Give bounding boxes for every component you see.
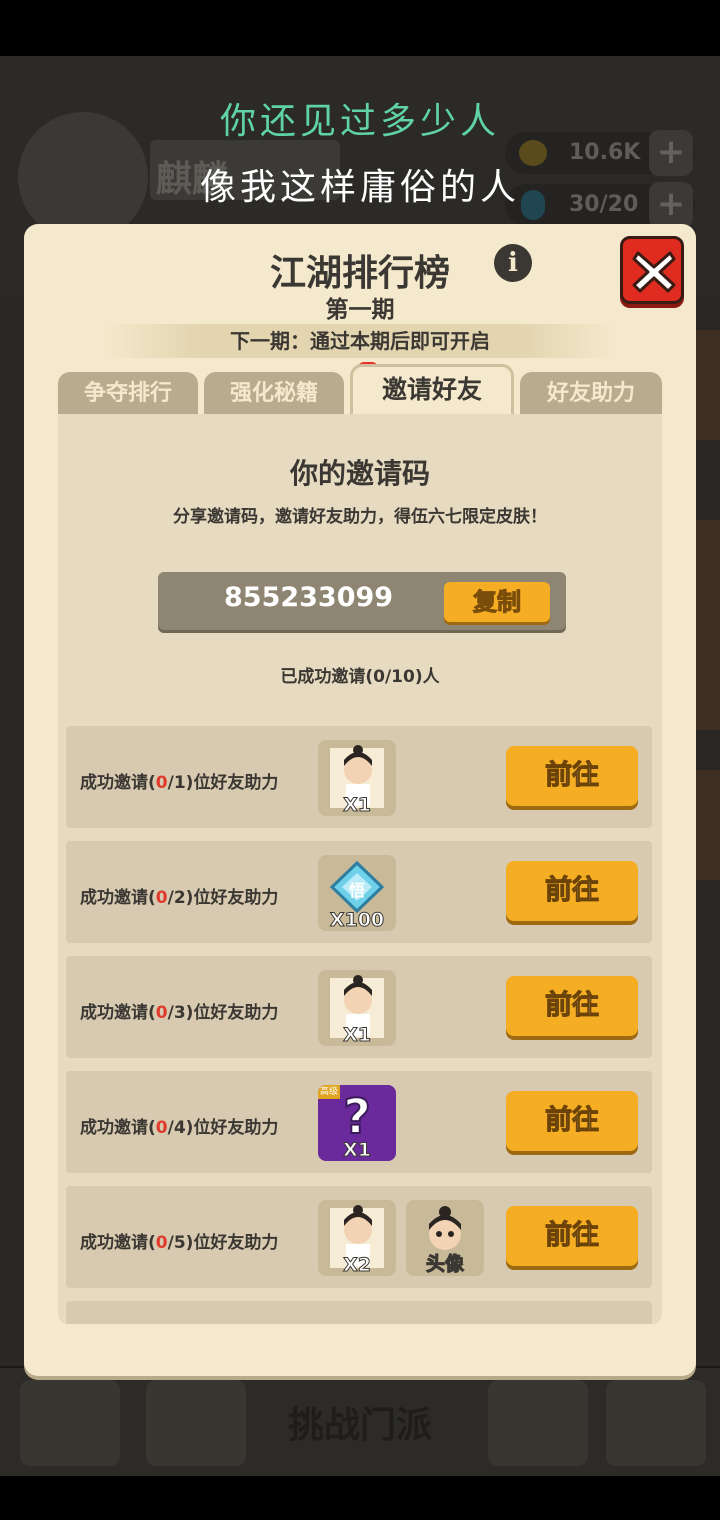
period-label: 第一期 — [325, 297, 395, 323]
tab-friend-assist[interactable]: 好友助力 — [520, 372, 662, 416]
reward-row: 成功邀请(0/5)位好友助力 X2 头像 前往 — [66, 1186, 652, 1288]
next-period-banner: 下一期：通过本期后即可开启 — [104, 324, 616, 358]
reward-row: 成功邀请(0/4)位好友助力 高级 ? X1 前往 — [66, 1071, 652, 1173]
lyric-line-2: 像我这样庸俗的人 — [199, 167, 520, 208]
reward-condition: 成功邀请(0/1)位好友助力 — [80, 773, 279, 793]
tab-enhance[interactable]: 强化秘籍 — [204, 372, 344, 416]
invited-count: 已成功邀请(0/10)人 — [280, 667, 440, 687]
ranking-panel: 江湖排行榜 i 第一期 下一期：通过本期后即可开启 争夺排行 强化秘籍 邀请好友… — [24, 224, 696, 1376]
reward-row — [66, 1301, 652, 1324]
tab-invite-friends[interactable]: 邀请好友 — [350, 364, 514, 416]
invite-code: 855233099 — [224, 582, 394, 613]
invite-content: 你的邀请码 分享邀请码，邀请好友助力，得伍六七限定皮肤！ 855233099 复… — [58, 414, 662, 1324]
cultivation-book-icon — [146, 1380, 246, 1466]
avatar-frame-icon: 头像 — [406, 1200, 484, 1276]
reward-condition: 成功邀请(0/2)位好友助力 — [80, 888, 279, 908]
challenge-sect-label: 挑战门派 — [287, 1405, 432, 1446]
tab-bar: 争夺排行 强化秘籍 邀请好友 好友助力 — [58, 362, 662, 416]
navigation-bar — [0, 1476, 720, 1520]
close-button[interactable] — [620, 236, 684, 304]
go-button[interactable]: 前往 — [506, 746, 638, 806]
status-bar — [0, 0, 720, 56]
invite-description: 分享邀请码，邀请好友助力，得伍六七限定皮肤！ — [173, 507, 547, 527]
reward-condition: 成功邀请(0/4)位好友助力 — [80, 1118, 279, 1138]
shop-icon — [488, 1380, 588, 1466]
lock-icon — [606, 1380, 706, 1466]
invite-code-title: 你的邀请码 — [289, 457, 430, 490]
game-screen: 麒麟 10.6K + 30/20 + 挑战门派 你还见过多少人 像我这样庸俗的人… — [0, 0, 720, 1520]
go-button[interactable]: 前往 — [506, 861, 638, 921]
reward-condition: 成功邀请(0/3)位好友助力 — [80, 1003, 279, 1023]
character-card-icon: X2 — [318, 1200, 396, 1276]
invite-code-box: 855233099 复制 — [158, 572, 566, 630]
close-icon — [632, 251, 676, 293]
go-button[interactable]: 前往 — [506, 976, 638, 1036]
character-card-icon: X1 — [318, 740, 396, 816]
reward-row: 成功邀请(0/3)位好友助力 X1 前往 — [66, 956, 652, 1058]
info-icon[interactable]: i — [494, 244, 532, 282]
reward-condition: 成功邀请(0/5)位好友助力 — [80, 1233, 279, 1253]
panel-title: 江湖排行榜 — [269, 253, 450, 294]
copy-button[interactable]: 复制 — [444, 582, 550, 622]
task-scroll-icon — [20, 1380, 120, 1466]
go-button[interactable]: 前往 — [506, 1091, 638, 1151]
character-card-icon: X1 — [318, 970, 396, 1046]
reward-row: 成功邀请(0/1)位好友助力 X1 前往 — [66, 726, 652, 828]
reward-row: 成功邀请(0/2)位好友助力 悟 X100 前往 — [66, 841, 652, 943]
tab-ranking[interactable]: 争夺排行 — [58, 372, 198, 416]
wu-crystal-icon: 悟 X100 — [318, 855, 396, 931]
lyric-line-1: 你还见过多少人 — [219, 101, 500, 142]
go-button[interactable]: 前往 — [506, 1206, 638, 1266]
mystery-box-icon: 高级 ? X1 — [318, 1085, 396, 1161]
